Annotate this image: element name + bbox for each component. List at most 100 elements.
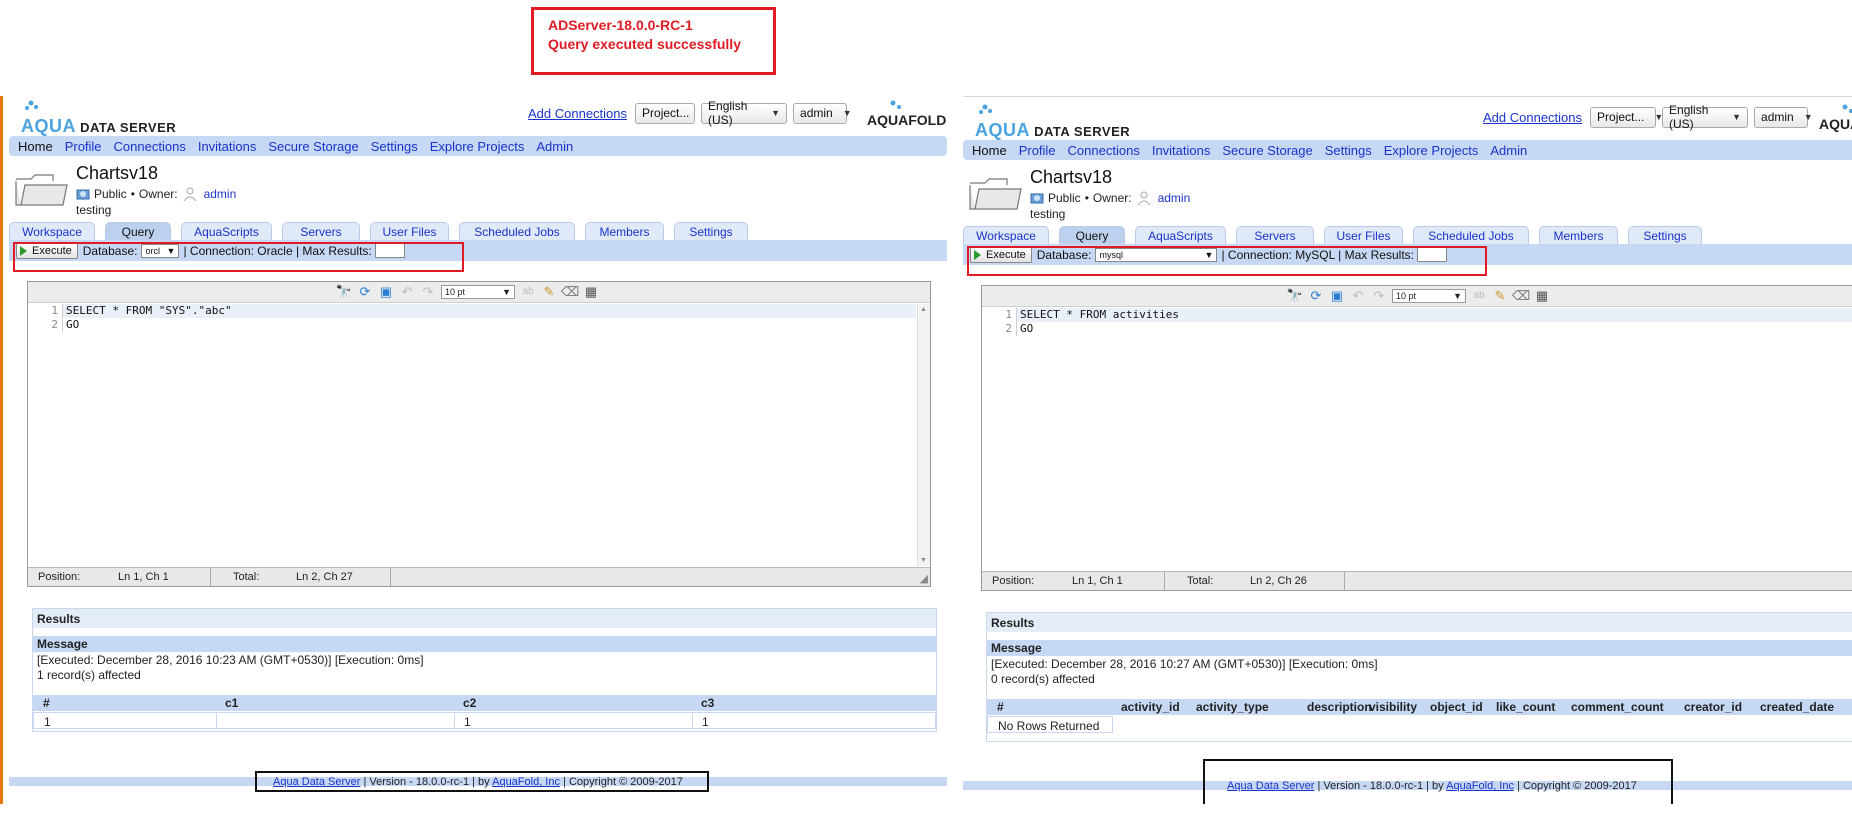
spellcheck-icon[interactable]: ab <box>520 284 536 300</box>
nav-item-settings[interactable]: Settings <box>1325 143 1372 158</box>
tab-members[interactable]: Members <box>1539 226 1618 244</box>
nav-item-admin[interactable]: Admin <box>1490 143 1527 158</box>
nav-item-settings[interactable]: Settings <box>371 139 418 154</box>
add-connections-link[interactable]: Add Connections <box>1483 110 1582 125</box>
result-table-header: # c1 c2 c3 <box>33 695 936 711</box>
nav-item-secure-storage[interactable]: Secure Storage <box>268 139 358 154</box>
nav-item-profile[interactable]: Profile <box>65 139 102 154</box>
nav-item-secure-storage[interactable]: Secure Storage <box>1222 143 1312 158</box>
code-text: GO <box>62 318 916 332</box>
sql-editor[interactable]: 🔭 ⟳ ▣ ↶ ↷ 10 pt ▼ ab ✎ ⌫ ▦ 1 SELECT * FROM… <box>27 281 931 587</box>
tab-settings[interactable]: Settings <box>674 222 748 240</box>
position-value: Ln 1, Ch 1 <box>1072 575 1123 587</box>
public-icon <box>1030 193 1044 204</box>
user-icon <box>183 187 196 201</box>
project-select[interactable]: Project...▼ <box>1590 106 1663 128</box>
drops-icon <box>1842 104 1852 113</box>
project-meta: Public • Owner: admin <box>76 187 236 201</box>
owner-link[interactable]: admin <box>204 187 237 201</box>
logo-aqua: AQUA <box>21 116 76 136</box>
tab-scheduled-jobs[interactable]: Scheduled Jobs <box>1413 226 1529 244</box>
undo-icon[interactable]: ↶ <box>1350 288 1366 304</box>
annotation-status: Query executed successfully <box>548 36 741 52</box>
tab-user-files[interactable]: User Files <box>1324 226 1403 244</box>
editor-toolbar-icons: 🔭 ⟳ ▣ ↶ ↷ 10 pt ▼ ab ✎ ⌫ ▦ <box>336 284 599 300</box>
binoculars-icon[interactable]: 🔭 <box>1287 288 1303 304</box>
nav-item-connections[interactable]: Connections <box>114 139 186 154</box>
tab-scheduled-jobs[interactable]: Scheduled Jobs <box>459 222 575 240</box>
cell-divider <box>216 713 217 728</box>
tab-settings[interactable]: Settings <box>1628 226 1702 244</box>
panel-top-border <box>963 96 1852 97</box>
chevron-down-icon: ▼ <box>771 108 781 118</box>
chevron-down-icon: ▼ <box>1453 291 1462 301</box>
tab-workspace[interactable]: Workspace <box>9 222 95 240</box>
nav-item-home[interactable]: Home <box>18 139 53 154</box>
user-select-value: admin <box>800 106 833 120</box>
owner-link[interactable]: admin <box>1158 191 1191 205</box>
nav-item-explore-projects[interactable]: Explore Projects <box>430 139 525 154</box>
add-connections-link[interactable]: Add Connections <box>528 106 627 121</box>
project-select[interactable]: Project...▼ <box>635 102 708 124</box>
tab-query[interactable]: Query <box>1059 226 1125 244</box>
tab-workspace[interactable]: Workspace <box>963 226 1049 244</box>
window-icon[interactable]: ▣ <box>378 284 394 300</box>
tab-servers[interactable]: Servers <box>282 222 360 240</box>
nav-item-home[interactable]: Home <box>972 143 1007 158</box>
column-header: # <box>997 700 1004 714</box>
table-cell: 1 <box>464 715 471 729</box>
eraser-icon[interactable]: ⌫ <box>1512 288 1530 304</box>
drops-icon <box>25 100 38 110</box>
tab-aquascripts[interactable]: AquaScripts <box>1135 226 1226 244</box>
table-grid-icon[interactable]: ▦ <box>583 284 599 300</box>
nav-item-profile[interactable]: Profile <box>1019 143 1056 158</box>
refresh-icon[interactable]: ⟳ <box>357 284 373 300</box>
language-select[interactable]: English (US) ▼ <box>701 99 788 127</box>
language-select[interactable]: English (US) ▼ <box>1662 103 1749 131</box>
format-brush-icon[interactable]: ✎ <box>1492 288 1508 304</box>
scroll-up-icon[interactable]: ▲ <box>920 306 927 313</box>
project-description: testing <box>1030 207 1066 221</box>
logo-data-server: DATA SERVER <box>80 120 177 135</box>
resize-grip-icon[interactable]: ◢ <box>920 572 928 585</box>
spellcheck-icon[interactable]: ab <box>1471 288 1487 304</box>
tab-query[interactable]: Query <box>105 222 171 240</box>
code-area[interactable]: 1 SELECT * FROM activities 2 GO <box>982 308 1852 336</box>
tab-members[interactable]: Members <box>585 222 664 240</box>
nav-item-invitations[interactable]: Invitations <box>1152 143 1211 158</box>
affected-message: 1 record(s) affected <box>37 668 141 682</box>
format-brush-icon[interactable]: ✎ <box>541 284 557 300</box>
project-tabs: Workspace Query AquaScripts Servers User… <box>9 222 758 240</box>
nav-item-admin[interactable]: Admin <box>536 139 573 154</box>
eraser-icon[interactable]: ⌫ <box>561 284 579 300</box>
tab-aquascripts[interactable]: AquaScripts <box>181 222 272 240</box>
no-rows-message: No Rows Returned <box>998 719 1100 733</box>
window-icon[interactable]: ▣ <box>1329 288 1345 304</box>
project-description: testing <box>76 203 112 217</box>
user-select[interactable]: admin ▼ <box>1754 106 1813 128</box>
project-title: Chartsv18 <box>1030 167 1113 187</box>
user-select[interactable]: admin ▼ <box>793 102 852 124</box>
redo-icon[interactable]: ↷ <box>1371 288 1387 304</box>
font-size-select[interactable]: 10 pt ▼ <box>1392 289 1466 303</box>
tab-user-files[interactable]: User Files <box>370 222 449 240</box>
redo-icon[interactable]: ↷ <box>420 284 436 300</box>
font-size-value: 10 pt <box>1396 291 1417 301</box>
undo-icon[interactable]: ↶ <box>399 284 415 300</box>
vertical-scrollbar[interactable]: ▲ ▼ <box>917 304 930 566</box>
code-area[interactable]: 1 SELECT * FROM "SYS"."abc" 2 GO <box>28 304 916 332</box>
font-size-select[interactable]: 10 pt ▼ <box>441 285 515 299</box>
sql-editor[interactable]: 🔭 ⟳ ▣ ↶ ↷ 10 pt ▼ ab ✎ ⌫ ▦ 1 SELECT * FROM… <box>981 285 1852 591</box>
scroll-down-icon[interactable]: ▼ <box>920 557 927 564</box>
nav-item-invitations[interactable]: Invitations <box>198 139 257 154</box>
status-divider <box>390 568 391 587</box>
tab-servers[interactable]: Servers <box>1236 226 1314 244</box>
highlight-toolbar-box <box>967 246 1487 276</box>
nav-item-connections[interactable]: Connections <box>1068 143 1140 158</box>
binoculars-icon[interactable]: 🔭 <box>336 284 352 300</box>
table-grid-icon[interactable]: ▦ <box>1534 288 1550 304</box>
nav-item-explore-projects[interactable]: Explore Projects <box>1384 143 1479 158</box>
left-edge-bar <box>0 96 3 804</box>
column-header: activity_type <box>1196 700 1269 714</box>
refresh-icon[interactable]: ⟳ <box>1308 288 1324 304</box>
